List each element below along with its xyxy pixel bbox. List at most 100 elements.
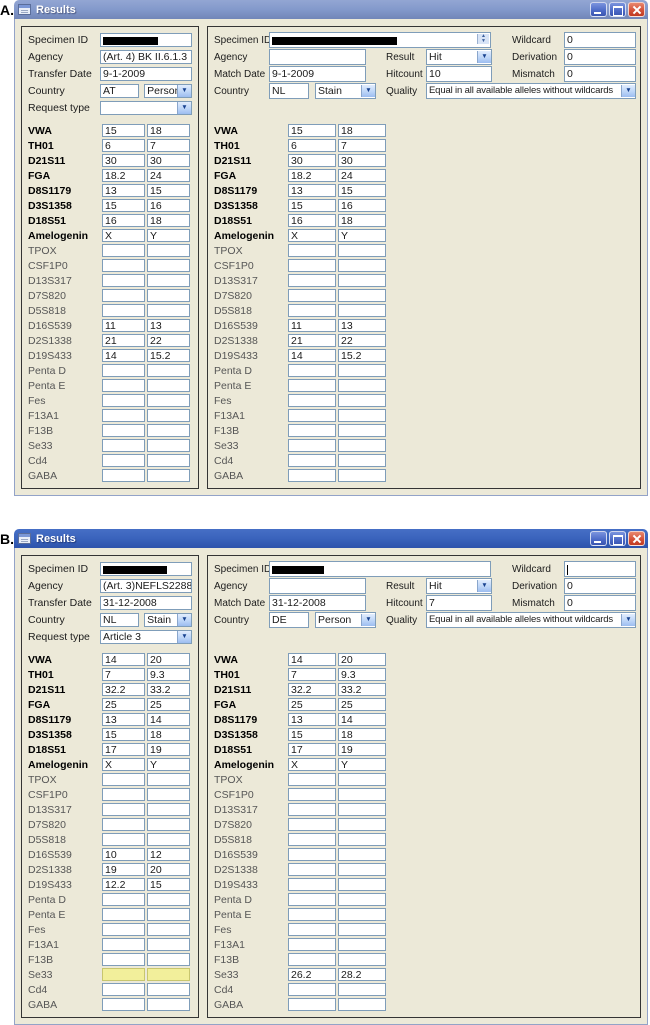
allele-field[interactable]: [288, 953, 336, 966]
derivation-field[interactable]: 0: [564, 49, 636, 65]
allele-field[interactable]: [102, 304, 145, 317]
wildcard-field[interactable]: 0: [564, 32, 636, 48]
minimize-button[interactable]: [590, 531, 607, 546]
allele-field[interactable]: [288, 833, 336, 846]
allele-field[interactable]: [102, 938, 145, 951]
transfer-date-field[interactable]: 31-12-2008: [100, 596, 192, 610]
allele-field[interactable]: [288, 409, 336, 422]
allele-field[interactable]: 7: [147, 139, 190, 152]
allele-field[interactable]: 11: [288, 319, 336, 332]
allele-field[interactable]: [338, 803, 386, 816]
allele-field[interactable]: 25: [288, 698, 336, 711]
allele-field[interactable]: [147, 893, 190, 906]
allele-field[interactable]: [288, 304, 336, 317]
allele-field[interactable]: [288, 998, 336, 1011]
spinner-control[interactable]: ▲ ▼: [477, 34, 489, 44]
allele-field[interactable]: 12: [147, 848, 190, 861]
allele-field[interactable]: 19: [102, 863, 145, 876]
allele-field[interactable]: 17: [102, 743, 145, 756]
allele-field[interactable]: [102, 259, 145, 272]
allele-field[interactable]: [102, 394, 145, 407]
allele-field[interactable]: [102, 439, 145, 452]
allele-field[interactable]: [288, 439, 336, 452]
allele-field[interactable]: 16: [147, 199, 190, 212]
dropdown-arrow-icon[interactable]: ▼: [177, 631, 191, 643]
mismatch-field[interactable]: 0: [564, 595, 636, 611]
allele-field[interactable]: [147, 289, 190, 302]
allele-field[interactable]: [147, 364, 190, 377]
allele-field[interactable]: 19: [338, 743, 386, 756]
allele-field[interactable]: [102, 923, 145, 936]
allele-field[interactable]: [338, 938, 386, 951]
allele-field[interactable]: [147, 818, 190, 831]
allele-field[interactable]: 14: [288, 653, 336, 666]
allele-field[interactable]: [288, 788, 336, 801]
allele-field[interactable]: [338, 454, 386, 467]
allele-field[interactable]: 15: [102, 199, 145, 212]
allele-field[interactable]: [338, 439, 386, 452]
allele-field[interactable]: [288, 364, 336, 377]
allele-field[interactable]: [288, 454, 336, 467]
allele-field[interactable]: [338, 379, 386, 392]
quality-dropdown[interactable]: Equal in all available alleles without w…: [426, 612, 636, 628]
dropdown-arrow-icon[interactable]: ▼: [621, 85, 635, 97]
allele-field[interactable]: 18: [338, 728, 386, 741]
allele-field[interactable]: [338, 364, 386, 377]
allele-field[interactable]: 14: [102, 349, 145, 362]
allele-field[interactable]: 6: [288, 139, 336, 152]
allele-field[interactable]: 16: [288, 214, 336, 227]
allele-field[interactable]: [147, 259, 190, 272]
dropdown-arrow-icon[interactable]: ▼: [361, 85, 375, 97]
country-field[interactable]: AT: [100, 84, 140, 98]
minimize-button[interactable]: [590, 2, 607, 17]
allele-field[interactable]: [102, 968, 145, 981]
allele-field[interactable]: [102, 773, 145, 786]
allele-field[interactable]: 19: [147, 743, 190, 756]
allele-field[interactable]: 24: [338, 169, 386, 182]
allele-field[interactable]: 15: [338, 184, 386, 197]
allele-field[interactable]: 18: [338, 214, 386, 227]
specimen-id-field[interactable]: [100, 562, 192, 576]
allele-field[interactable]: 14: [147, 713, 190, 726]
request-type-dropdown[interactable]: Article 3 ▼: [100, 630, 192, 644]
allele-field[interactable]: 30: [102, 154, 145, 167]
country-field[interactable]: NL: [100, 613, 140, 627]
allele-field[interactable]: [338, 773, 386, 786]
country-field[interactable]: DE: [269, 612, 309, 628]
dropdown-arrow-icon[interactable]: ▼: [621, 614, 635, 626]
hitcount-field[interactable]: 10: [426, 66, 492, 82]
allele-field[interactable]: [147, 409, 190, 422]
allele-field[interactable]: 32.2: [288, 683, 336, 696]
allele-field[interactable]: [102, 803, 145, 816]
dropdown-arrow-icon[interactable]: ▼: [177, 614, 191, 626]
allele-field[interactable]: 30: [288, 154, 336, 167]
allele-field[interactable]: Y: [338, 758, 386, 771]
allele-field[interactable]: [288, 469, 336, 482]
allele-field[interactable]: 20: [338, 653, 386, 666]
allele-field[interactable]: [288, 803, 336, 816]
allele-field[interactable]: [338, 998, 386, 1011]
specimen-id-field[interactable]: [100, 33, 192, 47]
allele-field[interactable]: [147, 803, 190, 816]
specimen-id-field[interactable]: ▲ ▼: [269, 32, 491, 48]
allele-field[interactable]: 11: [102, 319, 145, 332]
allele-field[interactable]: [147, 439, 190, 452]
allele-field[interactable]: 15: [102, 728, 145, 741]
sample-type-dropdown[interactable]: Person ▼: [315, 612, 376, 628]
allele-field[interactable]: [338, 259, 386, 272]
allele-field[interactable]: [102, 788, 145, 801]
dropdown-arrow-icon[interactable]: ▼: [177, 85, 191, 97]
allele-field[interactable]: [338, 848, 386, 861]
derivation-field[interactable]: 0: [564, 578, 636, 594]
dropdown-arrow-icon[interactable]: ▼: [477, 51, 491, 63]
allele-field[interactable]: 13: [102, 184, 145, 197]
allele-field[interactable]: [102, 274, 145, 287]
allele-field[interactable]: [102, 818, 145, 831]
quality-dropdown[interactable]: Equal in all available alleles without w…: [426, 83, 636, 99]
allele-field[interactable]: 15: [288, 199, 336, 212]
allele-field[interactable]: 25: [338, 698, 386, 711]
allele-field[interactable]: 15: [102, 124, 145, 137]
allele-field[interactable]: [102, 469, 145, 482]
maximize-button[interactable]: [609, 531, 626, 546]
agency-field[interactable]: [269, 578, 366, 594]
